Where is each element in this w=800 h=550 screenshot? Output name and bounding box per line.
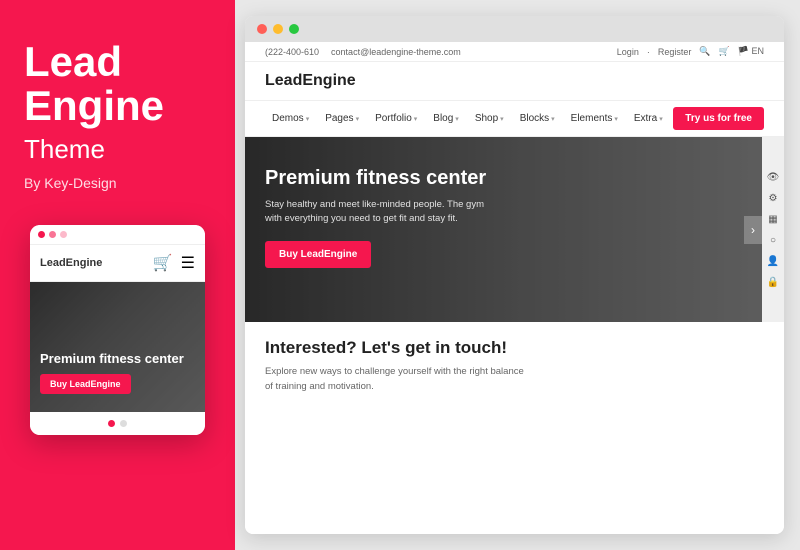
circle-icon[interactable]: ○ [770, 235, 776, 246]
email-address: contact@leadengine-theme.com [331, 47, 461, 57]
brand-title: Lead Engine [24, 40, 164, 128]
hero-title: Premium fitness center [265, 167, 584, 190]
hero-content: Premium fitness center Stay healthy and … [265, 167, 584, 268]
brand-byline: By Key-Design [24, 175, 117, 191]
nav-item-blocks[interactable]: Blocks ▾ [513, 109, 562, 128]
nav-item-portfolio[interactable]: Portfolio ▾ [368, 109, 424, 128]
below-hero-section: Interested? Let's get in touch! Explore … [245, 322, 784, 534]
gear-icon[interactable]: ⚙ [769, 193, 778, 204]
brand-subtitle: Theme [24, 134, 105, 165]
language-flag[interactable]: 🏴 EN [738, 46, 764, 57]
nav-item-shop[interactable]: Shop ▾ [468, 109, 511, 128]
info-bar: (222-400-610 contact@leadengine-theme.co… [245, 42, 784, 62]
nav-item-extra[interactable]: Extra ▾ [627, 109, 670, 128]
mobile-navbar-brand: LeadEngine [40, 257, 153, 269]
mobile-dot-2 [49, 231, 56, 238]
hero-buy-button[interactable]: Buy LeadEngine [265, 241, 371, 268]
nav-item-demos[interactable]: Demos ▾ [265, 109, 316, 128]
menu-icon: ☰ [181, 253, 195, 273]
hero-description: Stay healthy and meet like-minded people… [265, 198, 485, 227]
nav-menu: Demos ▾ Pages ▾ Portfolio ▾ Blog ▾ Shop [245, 101, 784, 137]
phone-number: (222-400-610 [265, 47, 319, 57]
mobile-hero-content: Premium fitness center Buy LeadEngine [40, 351, 195, 395]
chevron-down-icon: ▾ [659, 115, 663, 123]
nav-item-elements[interactable]: Elements ▾ [564, 109, 625, 128]
mobile-dot-3 [60, 231, 67, 238]
chevron-down-icon: ▾ [500, 115, 504, 123]
eye-icon[interactable]: 👁 [767, 172, 780, 183]
lock-icon[interactable]: 🔒 [767, 277, 779, 288]
mobile-preview: LeadEngine 🛒 ☰ Premium fitness center Bu… [30, 225, 205, 435]
site-navbar: LeadEngine [245, 62, 784, 101]
chevron-down-icon: ▾ [614, 115, 618, 123]
browser-dot-green[interactable] [289, 24, 299, 34]
tool-panel: 👁 ⚙ ▦ ○ 👤 🔒 [762, 137, 784, 322]
register-link[interactable]: Register [658, 47, 692, 57]
mobile-hero: Premium fitness center Buy LeadEngine [30, 282, 205, 412]
info-bar-left: (222-400-610 contact@leadengine-theme.co… [265, 47, 461, 57]
mobile-footer-dots [30, 412, 205, 435]
browser-content: (222-400-610 contact@leadengine-theme.co… [245, 42, 784, 534]
try-free-button[interactable]: Try us for free [673, 107, 764, 130]
login-link[interactable]: Login [617, 47, 639, 57]
mobile-titlebar [30, 225, 205, 245]
browser-titlebar [245, 16, 784, 42]
mobile-navbar-icons: 🛒 ☰ [153, 253, 195, 273]
mobile-hero-title: Premium fitness center [40, 351, 195, 367]
below-hero-title: Interested? Let's get in touch! [265, 338, 764, 358]
search-icon[interactable]: 🔍 [699, 46, 710, 57]
slide-dot-2[interactable] [120, 420, 127, 427]
left-panel: Lead Engine Theme By Key-Design LeadEngi… [0, 0, 235, 550]
person-icon[interactable]: 👤 [767, 256, 779, 267]
right-panel: (222-400-610 contact@leadengine-theme.co… [235, 0, 800, 550]
chevron-down-icon: ▾ [455, 115, 459, 123]
chevron-down-icon: ▾ [551, 115, 555, 123]
cart-icon[interactable]: 🛒 [719, 46, 730, 57]
chevron-down-icon: ▾ [356, 115, 360, 123]
nav-item-pages[interactable]: Pages ▾ [318, 109, 366, 128]
cart-icon: 🛒 [153, 253, 173, 273]
hero-next-arrow[interactable]: › [744, 216, 762, 244]
chevron-down-icon: ▾ [306, 115, 310, 123]
info-bar-right: Login · Register 🔍 🛒 🏴 EN [617, 46, 764, 57]
hero-section: Premium fitness center Stay healthy and … [245, 137, 784, 322]
grid-icon[interactable]: ▦ [768, 214, 777, 225]
nav-item-blog[interactable]: Blog ▾ [426, 109, 466, 128]
browser-window: (222-400-610 contact@leadengine-theme.co… [245, 16, 784, 534]
mobile-dot-1 [38, 231, 45, 238]
browser-dot-yellow[interactable] [273, 24, 283, 34]
mobile-buy-button[interactable]: Buy LeadEngine [40, 374, 131, 394]
mobile-navbar: LeadEngine 🛒 ☰ [30, 245, 205, 282]
below-hero-text: Explore new ways to challenge yourself w… [265, 364, 525, 394]
site-logo: LeadEngine [265, 72, 764, 90]
slide-dot-1[interactable] [108, 420, 115, 427]
chevron-down-icon: ▾ [414, 115, 418, 123]
browser-dot-red[interactable] [257, 24, 267, 34]
mobile-dots [38, 231, 67, 238]
